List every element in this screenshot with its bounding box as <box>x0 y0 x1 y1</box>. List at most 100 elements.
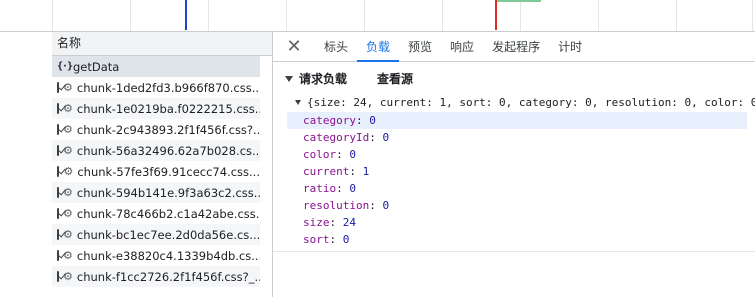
payload-property[interactable]: sort: 0 <box>287 231 747 248</box>
request-payload-section-header[interactable]: 请求负载 查看源 <box>285 70 413 87</box>
request-name: chunk-e38820c4.1339b4db.cs... <box>76 248 260 263</box>
stylesheet-icon: ⚙ <box>63 165 74 178</box>
tab-payload[interactable]: 负载 <box>357 32 400 62</box>
stylesheet-icon: ⚙ <box>63 102 73 115</box>
payload-property[interactable]: current: 1 <box>287 163 747 180</box>
request-name: chunk-57fe3f69.91cecc74.css... <box>77 164 260 179</box>
checkbox-icon <box>57 229 59 240</box>
request-name: getData <box>73 59 120 74</box>
timeline-gridline <box>752 0 753 32</box>
payload-summary-text: {size: 24, current: 1, sort: 0, category… <box>307 96 755 109</box>
panel-divider <box>273 251 755 252</box>
payload-property[interactable]: ratio: 0 <box>287 180 747 197</box>
stylesheet-icon: ⚙ <box>63 186 73 199</box>
checkbox-icon <box>57 271 59 282</box>
view-source-link[interactable]: 查看源 <box>377 70 413 87</box>
stylesheet-icon: ⚙ <box>63 249 73 262</box>
payload-property[interactable]: category: 0 <box>287 112 747 129</box>
property-value: 0 <box>382 199 390 212</box>
checkbox-icon <box>57 250 59 261</box>
request-name: chunk-f1cc2726.2f1f456f.css?_... <box>76 269 260 284</box>
stylesheet-icon: ⚙ <box>63 270 73 283</box>
property-value: 0 <box>369 114 376 127</box>
request-list: {·} getData ⚙ chunk-1ded2fd3.b966f870.cs… <box>52 56 260 287</box>
request-row[interactable]: ⚙ chunk-f1cc2726.2f1f456f.css?_... <box>52 266 260 287</box>
request-row[interactable]: ⚙ chunk-bc1ec7ee.2d0da56e.cs... <box>52 224 260 245</box>
payload-summary[interactable]: {size: 24, current: 1, sort: 0, category… <box>295 94 755 111</box>
request-row[interactable]: ⚙ chunk-2c943893.2f1f456f.css?... <box>52 119 260 140</box>
timeline-gridline <box>520 0 521 32</box>
request-row[interactable]: ⚙ chunk-57fe3f69.91cecc74.css... <box>52 161 260 182</box>
property-value: 0 <box>382 131 390 144</box>
request-list-panel: 名称 {·} getData ⚙ chunk-1ded2fd3.b966f870… <box>52 32 323 297</box>
section-title: 请求负载 <box>299 72 348 86</box>
request-name: chunk-bc1ec7ee.2d0da56e.cs... <box>76 227 260 242</box>
request-detail-panel: ✕ 标头 负载 预览 响应 发起程序 计时 请求负载 查看源 {size: 24… <box>273 32 755 297</box>
request-name: chunk-78c466b2.c1a42abe.css... <box>76 206 260 221</box>
property-value: 0 <box>349 148 356 161</box>
property-key: color <box>303 148 337 161</box>
request-row[interactable]: ⚙ chunk-78c466b2.c1a42abe.css... <box>52 203 260 224</box>
timeline-gridline <box>52 0 53 32</box>
timeline-overview[interactable] <box>0 0 755 32</box>
tab-timing[interactable]: 计时 <box>549 32 591 61</box>
stylesheet-icon: ⚙ <box>63 81 73 94</box>
checkbox-icon <box>57 187 59 198</box>
tab-preview[interactable]: 预览 <box>399 32 441 61</box>
tab-headers[interactable]: 标头 <box>315 32 357 61</box>
tab-initiator[interactable]: 发起程序 <box>483 32 549 61</box>
stylesheet-icon: ⚙ <box>63 123 73 136</box>
property-key: sort <box>303 233 330 246</box>
request-row[interactable]: ⚙ chunk-56a32496.62a7b028.cs... <box>52 140 260 161</box>
property-key: size <box>303 216 330 229</box>
request-row[interactable]: ⚙ chunk-1e0219ba.f0222215.css... <box>52 98 260 119</box>
timeline-gridline <box>598 0 599 32</box>
request-row[interactable]: ⚙ chunk-594b141e.9f3a63c2.css... <box>52 182 260 203</box>
load-marker <box>495 0 497 30</box>
request-name: chunk-594b141e.9f3a63c2.css... <box>76 185 260 200</box>
close-icon[interactable]: ✕ <box>273 32 315 61</box>
name-column-header[interactable]: 名称 <box>52 32 272 56</box>
expand-triangle-icon[interactable] <box>285 75 293 82</box>
property-key: categoryId <box>303 131 370 144</box>
checkbox-icon <box>57 82 59 93</box>
tab-response[interactable]: 响应 <box>441 32 483 61</box>
property-value: 24 <box>342 216 356 229</box>
property-key: category <box>303 114 356 127</box>
timeline-gridline <box>286 0 287 32</box>
payload-properties: category: 0 categoryId: 0 color: 0 curre… <box>287 112 755 248</box>
stylesheet-icon: ⚙ <box>63 144 73 157</box>
timeline-gridline <box>208 0 209 32</box>
expand-triangle-icon[interactable] <box>295 100 301 105</box>
checkbox-icon <box>57 103 59 114</box>
property-value: 0 <box>349 182 356 195</box>
timeline-gridline <box>442 0 443 32</box>
request-name: chunk-1e0219ba.f0222215.css... <box>76 101 260 116</box>
request-row[interactable]: ⚙ chunk-e38820c4.1339b4db.cs... <box>52 245 260 266</box>
payload-property[interactable]: resolution: 0 <box>287 197 747 214</box>
property-key: current <box>303 165 350 178</box>
request-name: chunk-56a32496.62a7b028.cs... <box>76 143 260 158</box>
stylesheet-icon: ⚙ <box>63 228 73 241</box>
checkbox-icon <box>57 208 59 219</box>
property-key: resolution <box>303 199 370 212</box>
checkbox-icon <box>57 145 59 156</box>
payload-property[interactable]: categoryId: 0 <box>287 129 747 146</box>
timeline-gridline <box>364 0 365 32</box>
request-row[interactable]: ⚙ chunk-1ded2fd3.b966f870.css... <box>52 77 260 98</box>
timeline-gridline <box>676 0 677 32</box>
property-value: 1 <box>362 165 370 178</box>
checkbox-icon <box>57 166 60 177</box>
xhr-icon: {·} <box>57 61 73 72</box>
checkbox-icon <box>57 124 59 135</box>
payload-tree: {size: 24, current: 1, sort: 0, category… <box>287 94 755 248</box>
request-row[interactable]: {·} getData <box>52 56 260 77</box>
payload-property[interactable]: color: 0 <box>287 146 747 163</box>
property-key: ratio <box>303 182 337 195</box>
property-value: 0 <box>342 233 350 246</box>
stylesheet-icon: ⚙ <box>63 207 73 220</box>
timeline-gridline <box>130 0 131 32</box>
request-name: chunk-1ded2fd3.b966f870.css... <box>76 80 260 95</box>
payload-property[interactable]: size: 24 <box>287 214 747 231</box>
request-name: chunk-2c943893.2f1f456f.css?... <box>76 122 260 137</box>
